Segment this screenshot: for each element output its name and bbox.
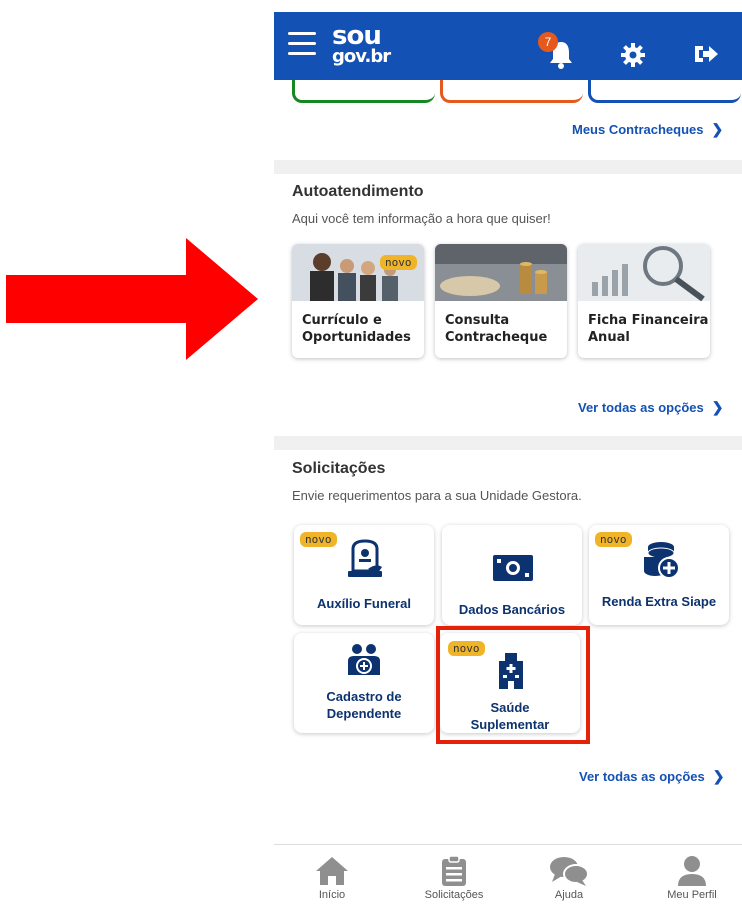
solicitacoes-title: Solicitações [292,460,386,477]
summary-cards: Meus Contracheques ❯ [274,70,742,164]
section-divider [274,436,742,450]
card-curriculo[interactable]: novo Currículo e Oportunidades [292,244,424,358]
bottom-navigation: Início Solicitações Ajuda Meu Perfil [274,844,742,907]
notification-count-badge: 7 [538,32,558,52]
my-payslips-link[interactable]: Meus Contracheques ❯ [572,121,723,138]
chat-icon [550,857,589,886]
card-consulta-contracheque[interactable]: Consulta Contracheque [435,244,567,358]
money-bill-icon [493,555,533,581]
phone-screen: sou gov.br 7 Meus Contracheques ❯ Autoat… [274,0,742,907]
novo-badge: novo [595,532,632,547]
coins-photo-image [435,244,567,301]
app-header: sou gov.br 7 [274,12,742,80]
dependents-icon [348,644,380,675]
card-cadastro-dependente[interactable]: Cadastro de Dependente [294,633,434,733]
card-renda-extra-siape[interactable]: novo Renda Extra Siape [589,525,729,625]
solicitacoes-subtitle: Envie requerimentos para a sua Unidade G… [292,488,582,503]
tombstone-icon [348,539,382,577]
nav-solicitacoes[interactable]: Solicitações [404,845,504,901]
nav-meu-perfil[interactable]: Meu Perfil [642,845,742,901]
coins-plus-icon [644,542,680,579]
novo-badge: novo [380,255,417,270]
novo-badge: novo [300,532,337,547]
home-icon [316,857,348,885]
chevron-right-icon: ❯ [711,399,724,415]
card-label: Consulta Contracheque [445,313,548,345]
card-label: Cadastro de Dependente [326,689,402,721]
user-icon [678,856,706,886]
card-ficha-financeira[interactable]: Ficha Financeira Anual [578,244,710,358]
section-divider [274,160,742,174]
hamburger-menu-icon[interactable] [288,32,316,58]
card-label: Renda Extra Siape [601,594,717,609]
gear-icon[interactable] [620,42,646,68]
card-auxilio-funeral[interactable]: novo Auxílio Funeral [294,525,434,625]
red-arrow-icon [6,238,258,360]
card-dados-bancarios[interactable]: Dados Bancários [442,525,582,625]
see-all-options-link[interactable]: Ver todas as opções ❯ [578,399,723,416]
autoatendimento-subtitle: Aqui você tem informação a hora que quis… [292,211,551,226]
see-all-options-link[interactable]: Ver todas as opções ❯ [579,768,724,785]
card-label: Ficha Financeira Anual [588,313,709,345]
card-label: Auxílio Funeral [317,596,411,611]
chevron-right-icon: ❯ [711,121,724,137]
nav-ajuda[interactable]: Ajuda [519,845,619,901]
clipboard-icon [442,855,466,886]
chevron-right-icon: ❯ [712,768,725,784]
nav-inicio[interactable]: Início [282,845,382,901]
card-label: Currículo e Oportunidades [302,313,411,345]
chart-photo-image [578,244,710,302]
highlight-box [436,626,590,744]
card-label: Dados Bancários [458,602,566,617]
logout-icon[interactable] [692,40,720,68]
autoatendimento-title: Autoatendimento [292,183,424,200]
sou-govbr-logo: sou gov.br [332,21,391,67]
people-photo-image [292,244,424,301]
